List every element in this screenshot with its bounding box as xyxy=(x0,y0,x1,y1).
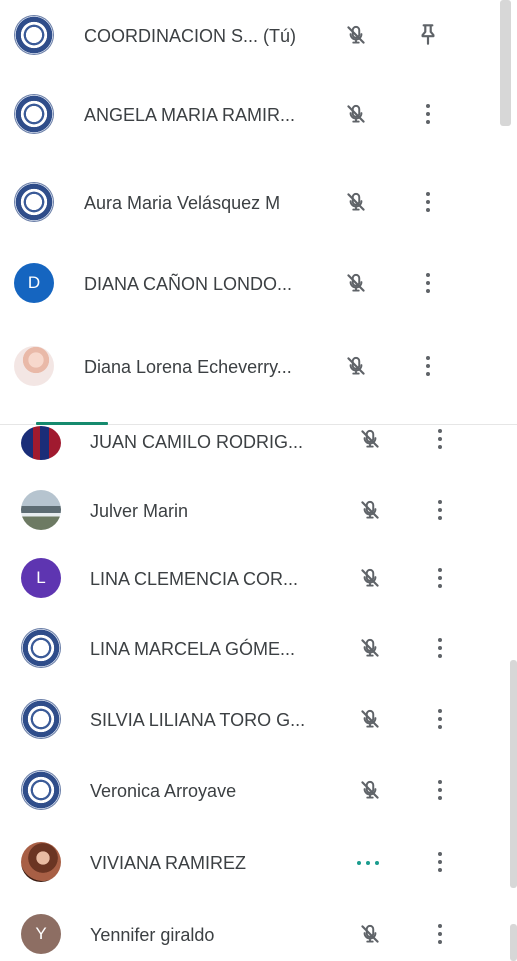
participant-avatar xyxy=(21,426,61,460)
participant-name: Veronica Arroyave xyxy=(90,781,237,801)
participant-row[interactable]: ANGELA MARIA RAMIR... xyxy=(0,84,500,144)
list-divider-accent xyxy=(36,422,108,425)
participant-row[interactable]: LINA MARCELA GÓME... xyxy=(0,618,500,678)
participant-avatar: D xyxy=(14,263,54,303)
participant-name: Diana Lorena Echeverry... xyxy=(84,357,292,377)
participant-row[interactable]: SILVIA LILIANA TORO G... xyxy=(0,689,500,749)
participant-name: Julver Marin xyxy=(90,501,189,521)
participant-avatar xyxy=(14,182,54,222)
participant-row[interactable]: Veronica Arroyave xyxy=(0,760,500,820)
participant-name: Yennifer giraldo xyxy=(90,925,215,945)
participant-name: SILVIA LILIANA TORO G... xyxy=(90,710,306,730)
participant-name: COORDINACION S... (Tú) xyxy=(84,26,297,46)
pin-icon[interactable] xyxy=(415,19,441,49)
avatar-initial: Y xyxy=(35,924,47,943)
avatar-initial: L xyxy=(36,568,46,587)
more-options-icon[interactable] xyxy=(432,777,448,803)
participant-name: DIANA CAÑON LONDO... xyxy=(84,274,293,294)
mic-off-icon xyxy=(361,568,379,587)
mic-off-icon xyxy=(361,924,379,943)
participant-row[interactable]: COORDINACION S... (Tú) xyxy=(0,5,500,65)
participant-avatar: L xyxy=(21,558,61,598)
mic-off-icon xyxy=(361,500,379,519)
more-options-icon[interactable] xyxy=(432,426,448,452)
scrollbar-top[interactable] xyxy=(500,0,511,126)
more-options-icon[interactable] xyxy=(420,270,436,296)
more-options-icon[interactable] xyxy=(432,565,448,591)
scrollbar-middle[interactable] xyxy=(510,660,517,888)
participant-avatar xyxy=(21,842,61,882)
participant-avatar xyxy=(21,770,61,810)
participant-avatar xyxy=(21,490,61,530)
participant-row[interactable]: Julver Marin xyxy=(0,480,500,540)
participant-name: JUAN CAMILO RODRIG... xyxy=(90,432,304,452)
participant-row[interactable]: Aura Maria Velásquez M xyxy=(0,172,500,232)
participant-avatar xyxy=(21,628,61,668)
participant-row[interactable]: Diana Lorena Echeverry... xyxy=(0,336,500,396)
mic-off-icon xyxy=(361,429,379,448)
mic-off-icon xyxy=(347,25,365,44)
participant-row[interactable]: JUAN CAMILO RODRIG... xyxy=(0,418,500,478)
more-options-icon[interactable] xyxy=(432,849,448,875)
participant-name: Aura Maria Velásquez M xyxy=(84,193,281,213)
mic-off-icon xyxy=(347,356,365,375)
participant-name: LINA MARCELA GÓME... xyxy=(90,639,296,659)
mic-off-icon xyxy=(347,273,365,292)
participant-name: VIVIANA RAMIREZ xyxy=(90,853,247,873)
participant-avatar: Y xyxy=(21,914,61,954)
participant-row[interactable]: VIVIANA RAMIREZ xyxy=(0,832,500,892)
more-options-icon[interactable] xyxy=(420,101,436,127)
participants-panel: COORDINACION S... (Tú) ANGELA MARIA RAMI… xyxy=(0,0,517,961)
more-options-icon[interactable] xyxy=(420,189,436,215)
participant-avatar xyxy=(21,699,61,739)
participant-avatar xyxy=(14,346,54,386)
participant-row[interactable]: D DIANA CAÑON LONDO... xyxy=(0,253,500,313)
more-options-icon[interactable] xyxy=(432,706,448,732)
participant-avatar xyxy=(14,94,54,134)
more-options-icon[interactable] xyxy=(432,497,448,523)
avatar-initial: D xyxy=(27,273,41,292)
more-options-icon[interactable] xyxy=(432,921,448,947)
mic-off-icon xyxy=(347,192,365,211)
participant-row[interactable]: Y Yennifer giraldo xyxy=(0,904,500,961)
participant-name: ANGELA MARIA RAMIR... xyxy=(84,105,296,125)
speaking-icon xyxy=(355,858,381,868)
scrollbar-bottom[interactable] xyxy=(510,924,517,961)
participant-name: LINA CLEMENCIA COR... xyxy=(90,569,299,589)
mic-off-icon xyxy=(361,780,379,799)
more-options-icon[interactable] xyxy=(420,353,436,379)
participant-row[interactable]: L LINA CLEMENCIA COR... xyxy=(0,548,500,608)
mic-off-icon xyxy=(361,709,379,728)
participant-avatar xyxy=(14,15,54,55)
mic-off-icon xyxy=(361,638,379,657)
more-options-icon[interactable] xyxy=(432,635,448,661)
mic-off-icon xyxy=(347,104,365,123)
